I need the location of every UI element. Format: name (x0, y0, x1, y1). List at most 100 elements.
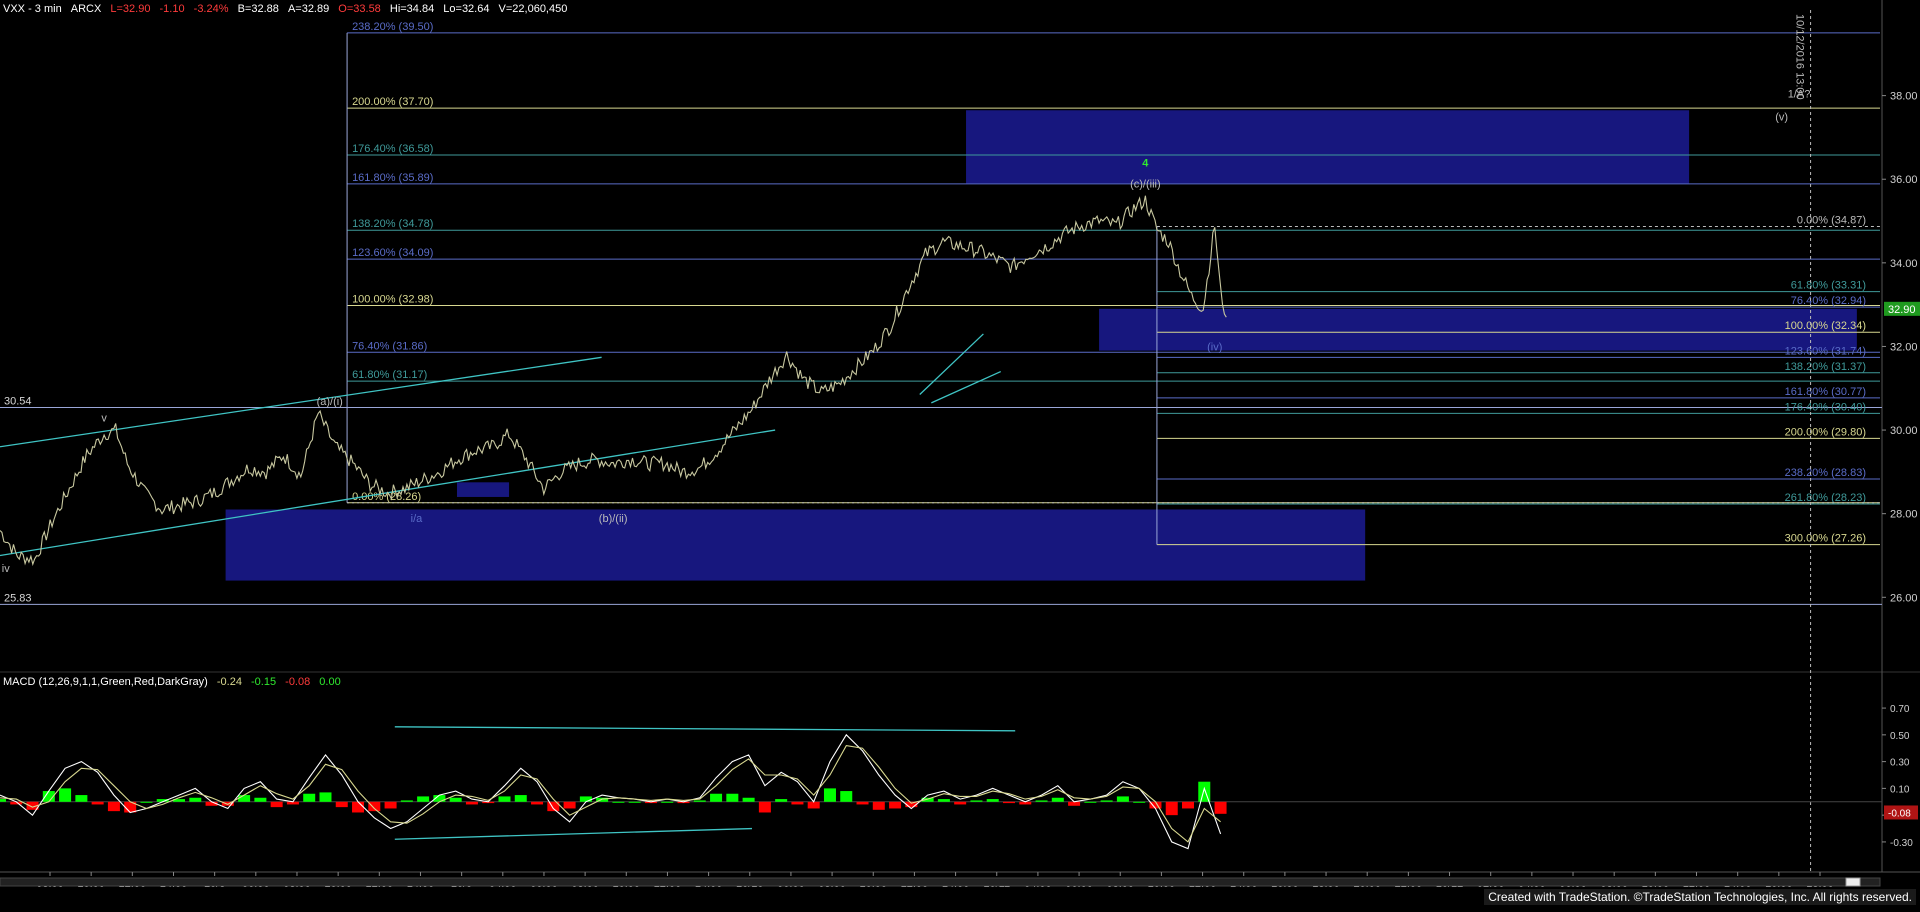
macd-value: -0.24 (216, 676, 242, 688)
chart-window: 30.54 25.83 238.20% (39.50) 200.00% (37.70)… (0, 0, 1920, 907)
macd-histogram-bar (335, 801, 348, 808)
ask-price: A=32.89 (287, 3, 330, 15)
last-price-tag-label: 32.90 (1888, 304, 1916, 316)
reference-line-label: 30.54 (4, 395, 32, 407)
fib-level-label: 261.80% (28.23) (1785, 492, 1866, 504)
macd-histogram-bar (91, 801, 104, 805)
macd-axis-label: -0.30 (1890, 838, 1913, 849)
wave-label: (a)/(i) (317, 396, 343, 408)
macd-histogram-bar (823, 788, 836, 802)
macd-histogram-bar (254, 797, 267, 802)
trend-line (0, 356, 602, 448)
macd-trend-line (394, 827, 753, 840)
last-price: L=32.90 (110, 3, 151, 15)
fib-level-label: 238.20% (28.83) (1785, 467, 1866, 479)
scrollbar-thumb[interactable] (1845, 877, 1861, 887)
macd-histogram-bar (400, 800, 413, 802)
macd-histogram-bar (612, 801, 625, 803)
macd-histogram-bar (1133, 801, 1146, 803)
macd-histogram-bar (693, 800, 706, 802)
wave-label: iv (2, 563, 10, 575)
horizontal-scrollbar[interactable] (0, 877, 1881, 887)
fib-level-label: 100.00% (32.34) (1785, 320, 1866, 332)
macd-histogram-bar (1035, 800, 1048, 802)
macd-histogram-bar (238, 795, 251, 802)
symbol-header: VXX - 3 min ARCX L=32.90 -1.10 -3.24% B=… (3, 3, 567, 15)
fib-level-label: 0.00% (34.87) (1797, 214, 1866, 226)
macd-axis-label: 0.10 (1890, 784, 1910, 795)
macd-histogram-bar (758, 801, 771, 813)
fib-level-label: 176.40% (36.58) (352, 143, 433, 155)
macd-histogram-bar (449, 797, 462, 802)
macd-histogram-bar (140, 801, 153, 803)
open-price: O=33.58 (338, 3, 381, 15)
wave-label: i/a (411, 513, 424, 525)
macd-histogram-bar (726, 793, 739, 802)
fib-level-label: 61.80% (33.31) (1791, 280, 1866, 292)
symbol-label: VXX - 3 min (3, 3, 62, 15)
exchange-label: ARCX (70, 3, 102, 15)
macd-histogram-bar (531, 801, 544, 805)
macd-histogram-bar (775, 799, 788, 802)
price-axis-label: 30.00 (1890, 425, 1918, 437)
macd-axis-label: 0.70 (1890, 704, 1910, 715)
macd-histogram-bar (59, 788, 72, 802)
macd-histogram-bar (579, 796, 592, 802)
price-series (0, 195, 1227, 567)
macd-histogram-bar (270, 801, 283, 808)
bid-price: B=32.88 (237, 3, 279, 15)
wave-label: (v) (1775, 112, 1788, 124)
macd-histogram-bar (1002, 801, 1015, 804)
fib-level-label: 76.40% (32.94) (1791, 295, 1866, 307)
wave-label: (c)/(iii) (1130, 179, 1161, 191)
macd-histogram-bar (889, 801, 902, 809)
macd-histogram-bar (417, 796, 430, 802)
macd-histogram-bar (1084, 801, 1097, 803)
macd-histogram-bar (872, 801, 885, 810)
pct-change: -3.24% (193, 3, 229, 15)
fib-level-label: 200.00% (37.70) (352, 96, 433, 108)
projection-date-label: 10/12/2016 13:00 (1794, 14, 1806, 100)
fib-level-label: 200.00% (29.80) (1785, 426, 1866, 438)
price-axis-label: 32.00 (1890, 341, 1918, 353)
macd-histogram-bar (710, 793, 723, 802)
fib-level-label: 138.20% (34.78) (352, 218, 433, 230)
macd-axis-label: 0.50 (1890, 731, 1910, 742)
copyright-footer: Created with TradeStation. ©TradeStation… (1484, 889, 1916, 905)
macd-histogram-bar (303, 793, 316, 802)
macd-last-tag-label: -0.08 (1888, 808, 1911, 819)
macd-histogram-bar (661, 801, 674, 803)
macd-histogram-bar (563, 801, 576, 809)
macd-histogram-bar (954, 801, 967, 805)
trend-line (931, 370, 1002, 404)
low-price: Lo=32.64 (443, 3, 490, 15)
price-axis-label: 38.00 (1890, 91, 1918, 103)
macd-histogram-bar (840, 791, 853, 802)
fib-level-label: 238.20% (39.50) (352, 21, 433, 33)
wave-label: (b)/(ii) (599, 513, 628, 525)
macd-histogram-bar (107, 801, 120, 812)
macd-trend-line (394, 726, 1016, 732)
fib-level-label: 138.20% (31.37) (1785, 361, 1866, 373)
macd-histogram-bar (856, 801, 869, 805)
price-axis-label: 26.00 (1890, 592, 1918, 604)
macd-zero-value: 0.00 (319, 676, 341, 688)
price-axis-label: 28.00 (1890, 509, 1918, 521)
macd-diff-value: -0.08 (285, 676, 311, 688)
macd-histogram-bar (807, 801, 820, 809)
fib-level-label: 123.60% (34.09) (352, 247, 433, 259)
macd-histogram-bar (628, 801, 641, 803)
macd-histogram-bar (352, 801, 365, 813)
macd-histogram-bar (1051, 797, 1064, 802)
macd-histogram-bar (1068, 801, 1081, 806)
chart-canvas[interactable]: 30.54 25.83 238.20% (39.50) 200.00% (37.70)… (0, 0, 1920, 907)
macd-histogram-bar (791, 801, 804, 805)
reference-line-label: 25.83 (4, 592, 32, 604)
macd-histogram-bar (937, 799, 950, 802)
macd-histogram-bar (986, 799, 999, 802)
zone-group (225, 110, 1857, 581)
macd-histogram-bar (384, 801, 397, 809)
macd-histogram-bar (1182, 801, 1195, 809)
macd-line (0, 733, 1222, 850)
macd-histogram-bar (742, 797, 755, 802)
